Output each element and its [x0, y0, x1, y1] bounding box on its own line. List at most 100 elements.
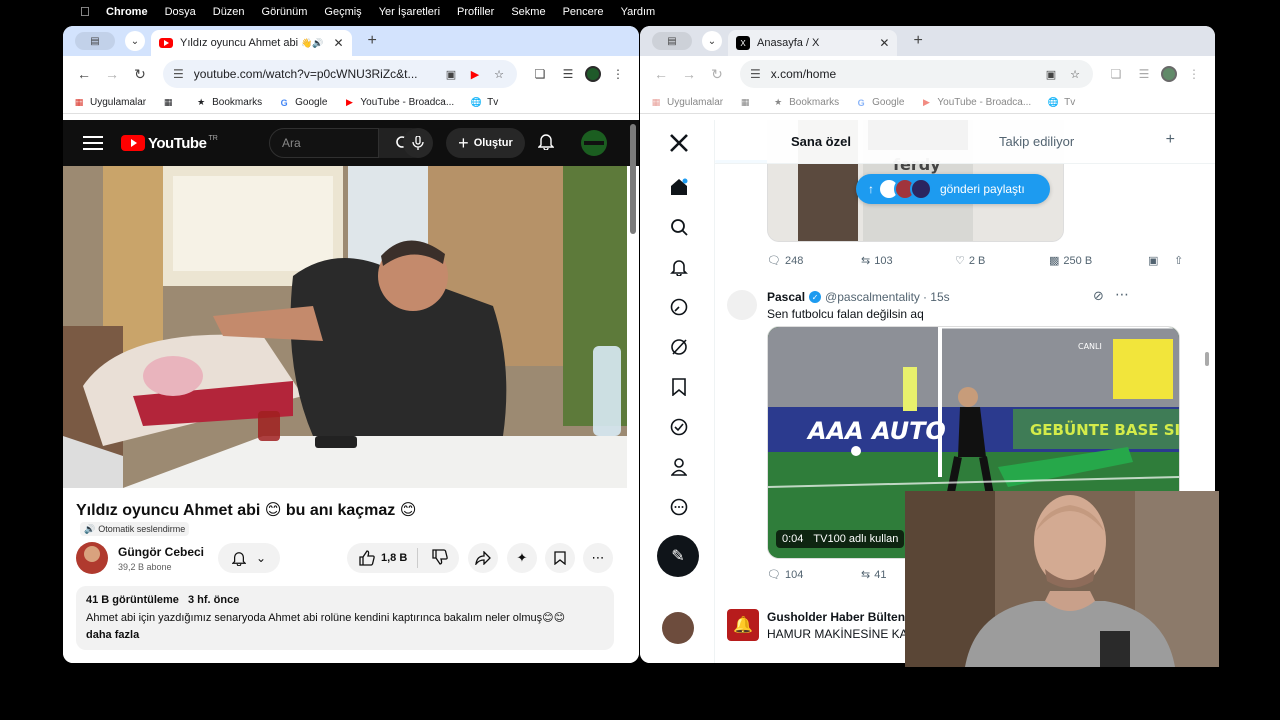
more-actions-button[interactable]: ⋯	[583, 543, 613, 573]
nav-grok-icon[interactable]	[668, 296, 690, 318]
save-button[interactable]	[545, 543, 575, 573]
tab-search-chevron-icon[interactable]: ⌄	[702, 31, 722, 51]
bookmark-button[interactable]: ▣	[1148, 254, 1174, 267]
menu-file[interactable]: Dosya	[165, 6, 196, 18]
media-queue-icon[interactable]: ☰	[1133, 63, 1155, 85]
bookmark-apps[interactable]: ▦ Uygulamalar	[73, 97, 146, 109]
bookmark-google[interactable]: G Google	[855, 97, 905, 109]
nav-communities-icon[interactable]	[668, 336, 690, 358]
forward-icon[interactable]: →	[678, 63, 700, 85]
repost-button[interactable]: ⇆ 41	[861, 568, 886, 582]
tab-audio-icon[interactable]: 👋🔊	[301, 38, 323, 49]
forward-icon[interactable]: →	[101, 63, 123, 85]
reply-button[interactable]: 🗨 248	[767, 254, 861, 268]
nav-verified-icon[interactable]	[668, 416, 690, 438]
post-more-icon[interactable]: ⋯	[1115, 286, 1129, 303]
hamburger-menu-icon[interactable]	[83, 136, 103, 150]
new-tab-icon[interactable]: +	[368, 32, 377, 50]
menu-help[interactable]: Yardım	[621, 6, 656, 18]
auto-dub-badge[interactable]: 🔊 Otomatik seslendirme	[80, 522, 190, 536]
page-scrollbar[interactable]	[630, 124, 636, 234]
menu-window[interactable]: Pencere	[563, 6, 604, 18]
extensions-icon[interactable]: ❏	[1105, 63, 1127, 85]
tab-for-you[interactable]: Sana özel	[791, 134, 851, 149]
add-tab-icon[interactable]: +	[1166, 131, 1175, 149]
description-box[interactable]: 41 B görüntüleme 3 hf. önce Ahmet abi iç…	[76, 586, 614, 650]
bookmark-bookmarks[interactable]: ★ Bookmarks	[772, 97, 839, 109]
install-app-icon[interactable]: ▣	[1043, 66, 1059, 82]
menu-bookmarks[interactable]: Yer İşaretleri	[379, 6, 440, 18]
bookmark-tv[interactable]: 🌐 Tv	[470, 97, 499, 109]
bookmark-tab-groups[interactable]: ▦	[162, 97, 179, 109]
youtube-account-avatar[interactable]	[581, 130, 607, 156]
profile-avatar[interactable]	[585, 66, 601, 82]
author-name[interactable]: Pascal	[767, 290, 805, 304]
menu-edit[interactable]: Düzen	[213, 6, 245, 18]
bookmark-star-icon[interactable]: ☆	[1067, 66, 1083, 82]
tab-groups-icon[interactable]: ▤	[75, 32, 115, 50]
extensions-icon[interactable]: ❏	[529, 63, 551, 85]
nav-bookmarks-icon[interactable]	[668, 376, 690, 398]
author-avatar[interactable]	[727, 290, 757, 320]
menu-tab[interactable]: Sekme	[511, 6, 545, 18]
nav-home-icon[interactable]	[668, 176, 690, 198]
bookmark-star-icon[interactable]: ☆	[491, 66, 507, 82]
reload-icon[interactable]: ↻	[129, 63, 151, 85]
nav-explore-icon[interactable]	[668, 216, 690, 238]
new-tab-icon[interactable]: +	[913, 32, 922, 50]
menu-view[interactable]: Görünüm	[262, 6, 308, 18]
bookmark-google[interactable]: G Google	[278, 97, 328, 109]
site-info-icon[interactable]: ☰	[173, 67, 184, 81]
post-time[interactable]: · 15s	[923, 290, 950, 304]
voice-search-button[interactable]	[403, 128, 433, 158]
menu-history[interactable]: Geçmiş	[324, 6, 361, 18]
share-button[interactable]: ⇧	[1174, 254, 1183, 267]
author-handle[interactable]: @pascalmentality	[825, 290, 920, 304]
search-input[interactable]: Ara	[269, 128, 379, 158]
ask-ai-button[interactable]: ✦	[507, 543, 537, 573]
video-player[interactable]	[63, 166, 627, 488]
profile-avatar[interactable]	[1161, 66, 1177, 82]
repost-button[interactable]: ⇆ 103	[861, 254, 955, 268]
tab-close-icon[interactable]: ✕	[879, 36, 889, 50]
author-name[interactable]: Gusholder Haber Bülten	[767, 610, 905, 624]
address-bar[interactable]: ☰ x.com/home ▣ ☆	[740, 60, 1093, 88]
compose-post-button[interactable]: ✎	[657, 535, 699, 577]
tab-x-home[interactable]: X Anasayfa / X ✕	[728, 30, 898, 56]
menu-app-name[interactable]: Chrome	[106, 6, 148, 18]
media-queue-icon[interactable]: ☰	[557, 63, 579, 85]
site-info-icon[interactable]: ☰	[750, 67, 761, 81]
youtube-logo[interactable]: YouTube TR	[121, 135, 218, 152]
views-button[interactable]: ▩ 250 B	[1049, 254, 1148, 268]
youtube-ext-icon[interactable]: ▶	[467, 66, 483, 82]
bookmark-youtube-broadcast[interactable]: ▶ YouTube - Broadca...	[920, 97, 1031, 109]
menu-profiles[interactable]: Profiller	[457, 6, 494, 18]
author-avatar[interactable]: 🔔	[727, 609, 759, 641]
show-more-link[interactable]: daha fazla	[86, 629, 604, 641]
tab-close-icon[interactable]: ✕	[333, 36, 343, 50]
reload-icon[interactable]: ↻	[706, 63, 728, 85]
tab-youtube[interactable]: Yıldız oyuncu Ahmet abi 👋🔊 ✕	[151, 30, 352, 56]
share-button[interactable]	[468, 543, 498, 573]
address-bar[interactable]: ☰ youtube.com/watch?v=p0cWNU3RiZc&t... ▣…	[163, 60, 517, 88]
back-icon[interactable]: ←	[650, 63, 672, 85]
nav-notifications-icon[interactable]	[668, 256, 690, 278]
chrome-menu-icon[interactable]: ⋮	[1183, 63, 1205, 85]
back-icon[interactable]: ←	[73, 63, 95, 85]
reply-button[interactable]: 🗨 104	[767, 568, 861, 582]
like-button[interactable]: 1,8 B	[347, 548, 419, 568]
new-posts-pill[interactable]: ↑ gönderi paylaştı	[856, 174, 1050, 204]
like-button[interactable]: ♡ 2 B	[955, 254, 1049, 268]
bookmark-youtube-broadcast[interactable]: ▶ YouTube - Broadca...	[343, 97, 454, 109]
bookmark-apps[interactable]: ▦ Uygulamalar	[650, 97, 723, 109]
apple-menu-icon[interactable]: 	[80, 4, 90, 19]
bookmark-tv[interactable]: 🌐 Tv	[1047, 97, 1076, 109]
tab-following[interactable]: Takip ediliyor	[999, 134, 1074, 149]
x-logo-icon[interactable]	[668, 132, 690, 154]
nav-profile-icon[interactable]	[668, 456, 690, 478]
nav-more-icon[interactable]	[668, 496, 690, 518]
subscribed-bell-button[interactable]: ⌄	[218, 543, 280, 573]
grok-explain-icon[interactable]: ⊘	[1093, 288, 1104, 304]
account-avatar[interactable]	[662, 612, 694, 644]
chrome-menu-icon[interactable]: ⋮	[607, 63, 629, 85]
